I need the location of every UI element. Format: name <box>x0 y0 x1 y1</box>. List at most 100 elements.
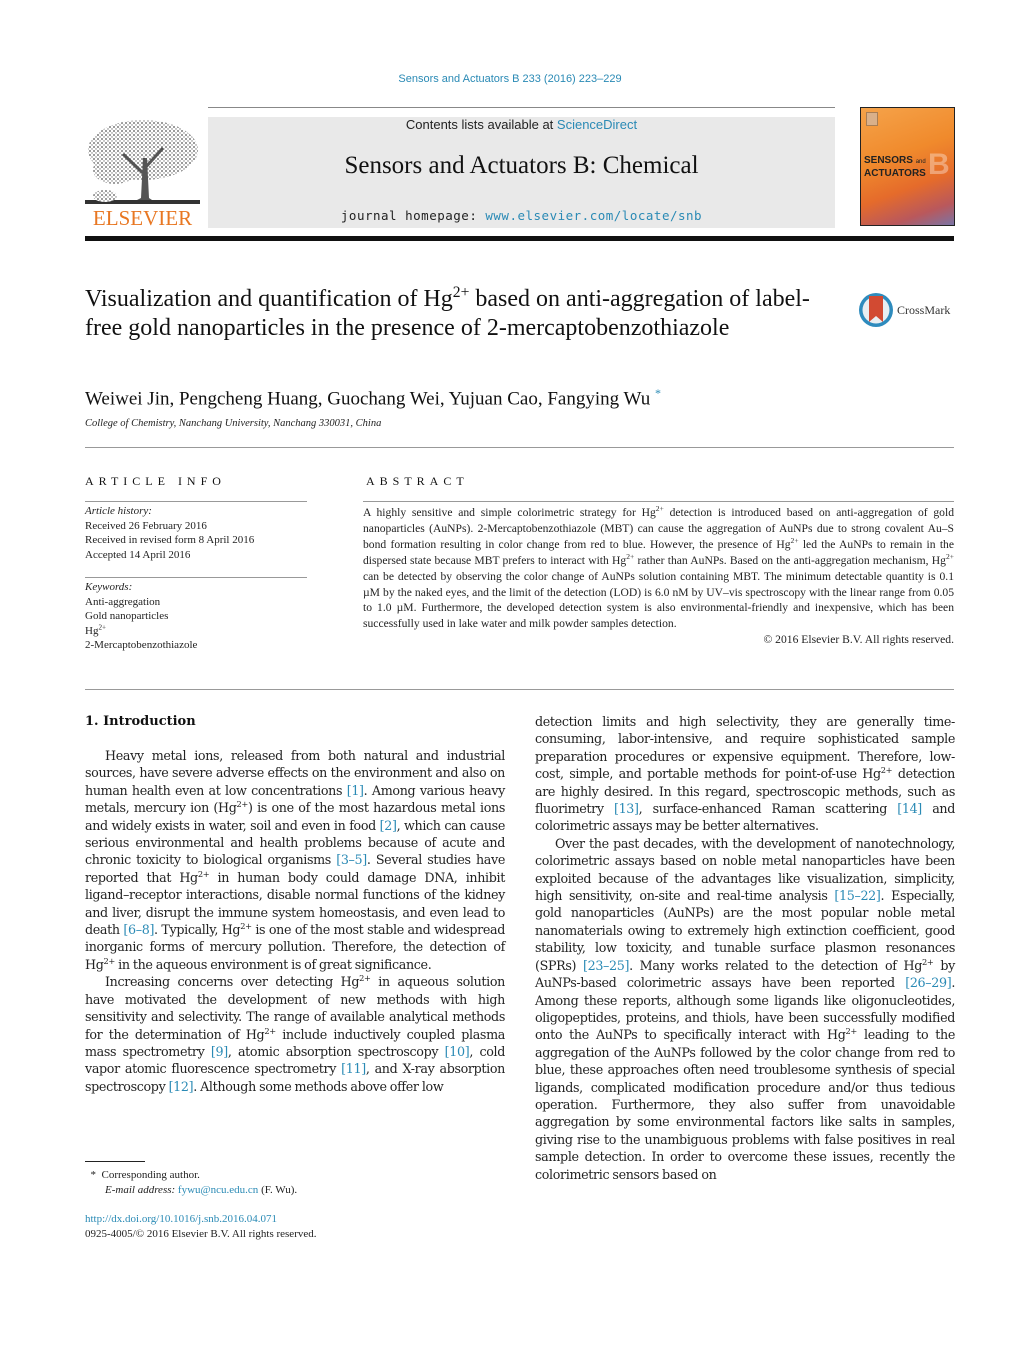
keyword-superscript: 2+ <box>98 622 107 631</box>
footnote-rule <box>85 1161 145 1162</box>
body-column-right: detection limits and high selectivity, t… <box>535 713 955 1183</box>
corresponding-author-note: * Corresponding author. <box>85 1168 297 1183</box>
superscript: 2+ <box>845 1026 858 1037</box>
keywords-label: Keywords: <box>85 581 133 593</box>
divider <box>85 689 954 690</box>
homepage-line: journal homepage: www.elsevier.com/locat… <box>208 208 835 223</box>
corresponding-author-mark[interactable]: * <box>655 386 661 400</box>
history-accepted: Accepted 14 April 2016 <box>85 548 191 561</box>
author-list: Weiwei Jin, Pengcheng Huang, Guochang We… <box>85 386 661 410</box>
abstract-body: A highly sensitive and simple colorimetr… <box>363 505 954 648</box>
doi-link[interactable]: http://dx.doi.org/10.1016/j.snb.2016.04.… <box>85 1213 277 1225</box>
abstract-heading: ABSTRACT <box>366 474 469 488</box>
superscript: 2+ <box>945 551 954 561</box>
body-text: in the aqueous environment is of great s… <box>114 956 432 972</box>
header-thick-rule <box>85 236 954 241</box>
body-text: . Although some methods above offer low <box>193 1078 444 1094</box>
footnote-mark: * <box>90 1169 97 1181</box>
body-text: , surface-enhanced Raman scattering <box>638 801 898 817</box>
body-column-left: Heavy metal ions, released from both nat… <box>85 747 505 1095</box>
article-history: Article history: Received 26 February 20… <box>85 504 254 562</box>
reference-link[interactable]: [1] <box>347 783 364 798</box>
journal-cover-thumbnail[interactable]: SENSORS and ACTUATORS B <box>860 107 955 226</box>
abstract-copyright: © 2016 Elsevier B.V. All rights reserved… <box>763 633 954 647</box>
keyword: Hg2+ <box>85 622 197 639</box>
reference-link[interactable]: [10] <box>445 1044 470 1059</box>
journal-citation[interactable]: Sensors and Actuators B 233 (2016) 223–2… <box>0 73 1020 85</box>
keyword: Anti-aggregation <box>85 595 161 608</box>
corresponding-label: Corresponding author. <box>101 1169 200 1181</box>
homepage-prefix: journal homepage: <box>340 208 486 223</box>
reference-link[interactable]: [11] <box>341 1061 366 1076</box>
sciencedirect-link[interactable]: ScienceDirect <box>557 117 637 132</box>
contents-prefix: Contents lists available at <box>405 117 557 132</box>
journal-title: Sensors and Actuators B: Chemical <box>344 152 699 179</box>
contents-line: Contents lists available at ScienceDirec… <box>208 117 835 132</box>
affiliation: College of Chemistry, Nanchang Universit… <box>85 418 382 429</box>
superscript: 2+ <box>236 798 249 809</box>
reference-link[interactable]: [13] <box>614 801 639 816</box>
superscript: 2+ <box>880 764 893 775</box>
crossmark-icon <box>859 293 893 327</box>
article-info-heading: ARTICLE INFO <box>85 474 226 488</box>
history-revised: Received in revised form 8 April 2016 <box>85 534 255 546</box>
keyword-text: Hg <box>85 624 99 637</box>
footnote: * Corresponding author. E-mail address: … <box>85 1168 298 1198</box>
superscript: 2+ <box>103 955 116 966</box>
authors-text[interactable]: Weiwei Jin, Pengcheng Huang, Guochang We… <box>85 388 650 409</box>
cover-title-line1: SENSORS <box>864 155 913 166</box>
journal-banner: Contents lists available at ScienceDirec… <box>208 117 835 228</box>
email-line: E-mail address: fywu@ncu.edu.cn (F. Wu). <box>85 1183 297 1198</box>
body-text: leading to the aggregation of the AuNPs … <box>535 1027 956 1182</box>
reference-link[interactable]: [6–8] <box>123 922 154 937</box>
paragraph: Over the past decades, with the developm… <box>535 835 955 1183</box>
superscript: 2+ <box>264 1025 276 1036</box>
reference-link[interactable]: [26–29] <box>905 975 951 990</box>
title-superscript: 2+ <box>452 284 470 301</box>
article-title: Visualization and quantification of Hg2+… <box>85 285 845 343</box>
cover-title-line2: ACTUATORS <box>864 168 926 179</box>
cover-letter: B <box>928 148 950 181</box>
email-link[interactable]: fywu@ncu.edu.cn <box>178 1184 258 1196</box>
paragraph: detection limits and high selectivity, t… <box>535 713 955 835</box>
abstract-text: rather than AuNPs. Based on the anti-agg… <box>634 553 946 567</box>
abstract-text: A highly sensitive and simple colorimetr… <box>363 506 656 519</box>
cover-publisher-icon <box>866 112 878 126</box>
divider <box>85 577 307 578</box>
body-text: , atomic absorption spectroscopy <box>227 1043 445 1059</box>
history-received: Received 26 February 2016 <box>85 519 207 532</box>
crossmark-label: CrossMark <box>897 303 951 317</box>
divider <box>85 501 307 502</box>
reference-link[interactable]: [23–25] <box>583 958 629 973</box>
keyword: 2-Mercaptobenzothiazole <box>85 639 198 651</box>
body-text: Increasing concerns over detecting Hg <box>105 974 360 990</box>
history-label: Article history: <box>85 505 152 517</box>
body-text: . Many works related to the detection of… <box>629 957 923 973</box>
elsevier-wordmark[interactable]: ELSEVIER <box>85 206 200 231</box>
reference-link[interactable]: [12] <box>169 1079 194 1094</box>
keywords: Keywords: Anti-aggregation Gold nanopart… <box>85 580 197 653</box>
superscript: 2+ <box>359 973 371 984</box>
reference-link[interactable]: [3–5] <box>336 852 367 867</box>
superscript: 2+ <box>197 868 210 879</box>
doi-block: http://dx.doi.org/10.1016/j.snb.2016.04.… <box>85 1212 317 1241</box>
email-label: E-mail address: <box>105 1183 178 1196</box>
body-text: . Typically, Hg <box>154 922 241 938</box>
crossmark-button[interactable]: CrossMark <box>858 292 958 330</box>
cover-title-and: and <box>915 159 926 165</box>
superscript: 2+ <box>655 504 664 514</box>
issn-copyright: 0925-4005/© 2016 Elsevier B.V. All right… <box>85 1227 317 1240</box>
title-text: Visualization and quantification of Hg <box>85 286 453 312</box>
superscript: 2+ <box>922 956 934 967</box>
superscript: 2+ <box>240 920 252 931</box>
keyword: Gold nanoparticles <box>85 610 169 622</box>
reference-link[interactable]: [2] <box>380 818 397 833</box>
divider <box>363 501 954 502</box>
reference-link[interactable]: [9] <box>211 1044 228 1059</box>
homepage-link[interactable]: www.elsevier.com/locate/snb <box>485 208 702 223</box>
superscript: 2+ <box>790 535 799 545</box>
reference-link[interactable]: [15–22] <box>834 888 880 903</box>
reference-link[interactable]: [14] <box>897 801 922 816</box>
divider <box>85 447 954 448</box>
section-heading-introduction: 1. Introduction <box>85 714 196 729</box>
